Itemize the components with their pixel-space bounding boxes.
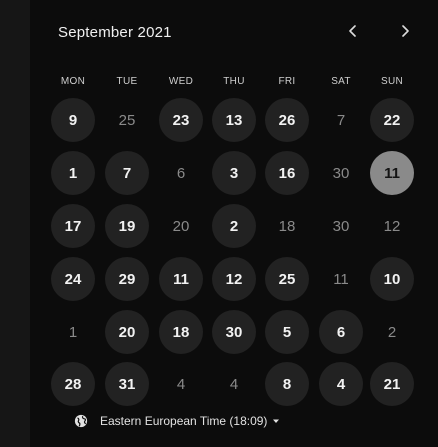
day-cell[interactable]: 23 (159, 98, 203, 142)
weekday-label: SAT (331, 76, 351, 87)
day-cell: 30 (332, 164, 350, 182)
timezone-selector[interactable]: Eastern European Time (18:09) (74, 414, 280, 428)
day-cell[interactable]: 5 (265, 310, 309, 354)
day-cell[interactable]: 24 (51, 257, 95, 301)
day-cell: 6 (176, 164, 186, 182)
weekday-label: WED (168, 76, 194, 87)
day-cell[interactable]: 3 (212, 151, 256, 195)
day-cell: 11 (333, 270, 349, 288)
selected-day-cell[interactable]: 11 (370, 151, 414, 195)
day-cell[interactable]: 10 (370, 257, 414, 301)
left-panel-edge (0, 0, 30, 447)
day-cell[interactable]: 17 (51, 204, 95, 248)
day-cell[interactable]: 28 (51, 362, 95, 406)
chevron-right-icon (402, 25, 409, 37)
day-cell: 18 (278, 217, 296, 235)
day-cell[interactable]: 26 (265, 98, 309, 142)
weekday-label: TUE (116, 76, 138, 87)
day-cell: 1 (68, 323, 78, 341)
day-cell: 4 (176, 375, 186, 393)
day-cell[interactable]: 11 (159, 257, 203, 301)
day-cell[interactable]: 12 (212, 257, 256, 301)
day-cell[interactable]: 9 (51, 98, 95, 142)
month-title: September 2021 (58, 24, 172, 41)
prev-month-button[interactable] (342, 20, 364, 42)
day-cell: 4 (229, 375, 239, 393)
day-cell[interactable]: 18 (159, 310, 203, 354)
date-picker-panel: September 2021 MON TUE WED THU FRI SAT SUN 9 25… (30, 0, 438, 447)
weekday-label: MON (60, 76, 86, 87)
day-cell[interactable]: 29 (105, 257, 149, 301)
caret-down-icon (273, 419, 280, 423)
day-cell[interactable]: 8 (265, 362, 309, 406)
day-cell[interactable]: 13 (212, 98, 256, 142)
next-month-button[interactable] (394, 20, 416, 42)
weekday-label: FRI (278, 76, 296, 87)
timezone-label: Eastern European Time (18:09) (100, 414, 268, 428)
day-cell[interactable]: 22 (370, 98, 414, 142)
day-cell: 2 (387, 323, 397, 341)
day-cell[interactable]: 7 (105, 151, 149, 195)
weekday-label: SUN (380, 76, 403, 87)
day-cell[interactable]: 20 (105, 310, 149, 354)
day-cell[interactable]: 25 (265, 257, 309, 301)
day-cell[interactable]: 1 (51, 151, 95, 195)
day-cell: 7 (336, 111, 346, 129)
day-cell[interactable]: 21 (370, 362, 414, 406)
day-cell[interactable]: 2 (212, 204, 256, 248)
day-cell: 30 (332, 217, 350, 235)
day-cell[interactable]: 16 (265, 151, 309, 195)
day-cell[interactable]: 30 (212, 310, 256, 354)
globe-icon (74, 414, 88, 428)
day-cell: 12 (383, 217, 401, 235)
day-cell: 20 (172, 217, 190, 235)
chevron-left-icon (349, 25, 356, 37)
day-cell[interactable]: 31 (105, 362, 149, 406)
day-cell[interactable]: 6 (319, 310, 363, 354)
day-cell: 25 (118, 111, 136, 129)
day-cell[interactable]: 19 (105, 204, 149, 248)
weekday-label: THU (223, 76, 245, 87)
day-cell[interactable]: 4 (319, 362, 363, 406)
